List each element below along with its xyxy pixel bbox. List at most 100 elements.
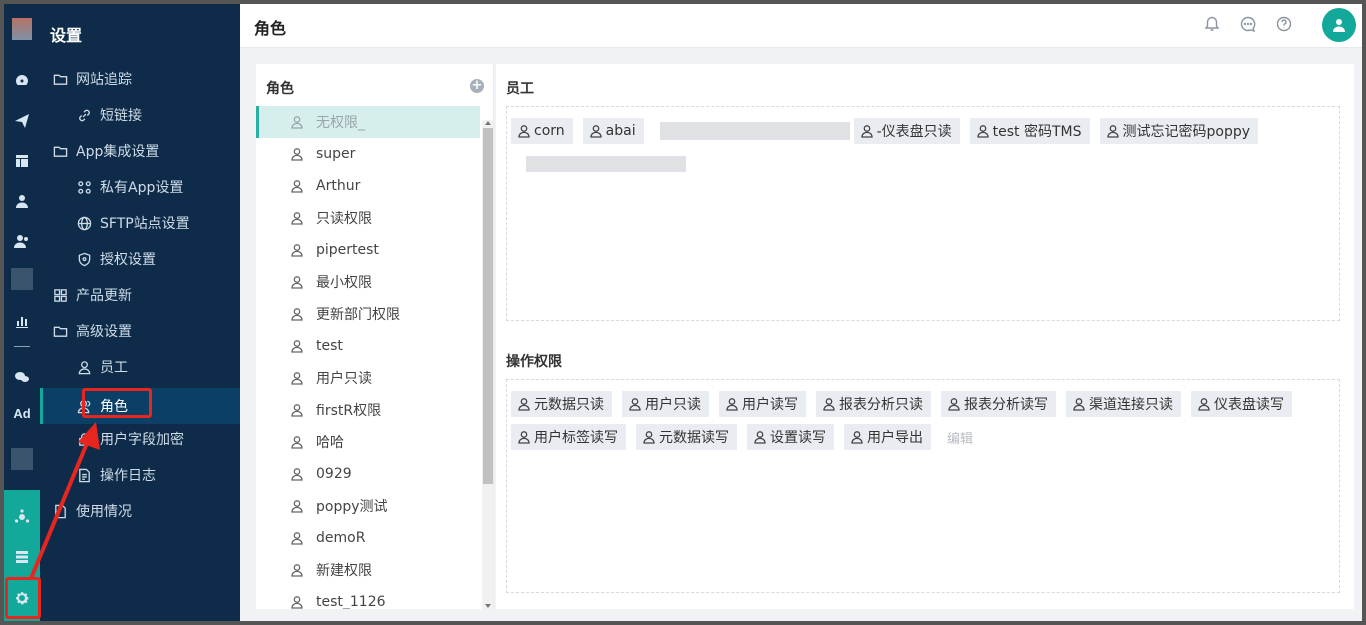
sidebar-item-label: 网站追踪 [76, 72, 132, 88]
user-icon [1197, 397, 1211, 411]
icon-rail: Ad [4, 4, 40, 621]
role-list-item[interactable]: pipertest [256, 234, 480, 266]
sidebar-item-operation-log[interactable]: 操作日志 [40, 457, 240, 493]
role-name: pipertest [316, 242, 379, 258]
user-icon [290, 403, 304, 417]
user-icon [642, 430, 656, 444]
redacted-text [660, 122, 850, 140]
role-list-item[interactable]: test_1126 [256, 586, 480, 609]
role-list-header: 角色 [266, 81, 294, 97]
sidebar-item-private-app[interactable]: 私有App设置 [40, 169, 240, 205]
dashboard-icon[interactable] [4, 66, 40, 96]
employee-tag-label: abai [605, 123, 636, 139]
sidebar-item-label: 授权设置 [100, 252, 156, 268]
role-name: poppy测试 [316, 499, 388, 515]
send-icon[interactable] [4, 106, 40, 136]
role-list-item[interactable]: 新建权限 [256, 554, 480, 586]
permission-tag-label: 用户导出 [867, 430, 923, 446]
help-icon[interactable] [1275, 15, 1293, 33]
employee-tag: abai [582, 118, 644, 144]
role-name: firstR权限 [316, 403, 382, 419]
user-icon [860, 124, 874, 138]
role-list-item[interactable]: poppy测试 [256, 490, 480, 522]
permission-tag-label: 用户只读 [645, 397, 701, 413]
user-icon [290, 563, 304, 577]
role-list-item[interactable]: 0929 [256, 458, 480, 490]
role-list-item[interactable]: test [256, 330, 480, 362]
sidebar-item-employees[interactable]: 员工 [40, 349, 240, 385]
permission-tag: 仪表盘读写 [1191, 391, 1292, 417]
rail-divider [14, 346, 30, 347]
redacted-text [526, 156, 686, 172]
layout-icon[interactable] [4, 146, 40, 176]
server-icon[interactable] [4, 542, 40, 572]
permission-tag-list: 元数据只读 用户只读 用户读写 报表分析只读 报表分析读写 渠道连接只读 仪表盘读写 用户标签… [511, 391, 1311, 457]
bell-icon[interactable] [1203, 15, 1221, 33]
role-name: super [316, 146, 356, 162]
user-icon [517, 124, 531, 138]
user-icon[interactable] [4, 186, 40, 216]
scroll-down-arrow[interactable] [485, 604, 491, 608]
network-icon[interactable] [4, 502, 40, 532]
role-list-item[interactable]: 用户只读 [256, 362, 480, 394]
sidebar-item-usage[interactable]: 使用情况 [40, 493, 240, 529]
sidebar-item-sftp[interactable]: SFTP站点设置 [40, 205, 240, 241]
sidebar-item-field-encryption[interactable]: 用户字段加密 [40, 421, 240, 457]
role-list-item[interactable]: super [256, 138, 480, 170]
permission-tag: 报表分析只读 [816, 391, 931, 417]
role-list-item[interactable]: 只读权限 [256, 202, 480, 234]
sidebar-item-site-tracking[interactable]: 网站追踪 [40, 61, 240, 97]
user-icon [290, 531, 304, 545]
role-list-item[interactable]: firstR权限 [256, 394, 480, 426]
user-icon [290, 115, 304, 129]
role-list-item[interactable]: Arthur [256, 170, 480, 202]
sidebar-title: 设置 [50, 26, 83, 45]
role-list-item[interactable]: 无权限_ [256, 106, 480, 138]
user-icon [290, 243, 304, 257]
role-list-item[interactable]: 最小权限 [256, 266, 480, 298]
scroll-up-arrow[interactable] [485, 121, 491, 125]
grid-icon [52, 287, 68, 303]
highlight-box-settings [5, 577, 41, 619]
scroll-thumb[interactable] [483, 128, 493, 484]
users-icon[interactable] [4, 226, 40, 256]
blurred-icon [11, 268, 33, 290]
role-name: demoR [316, 530, 366, 546]
wechat-icon[interactable] [4, 362, 40, 392]
top-header: 角色 [240, 4, 1362, 48]
page-title: 角色 [254, 19, 287, 38]
sidebar-item-advanced[interactable]: 高级设置 [40, 313, 240, 349]
employee-tag-label: -仪表盘只读 [876, 124, 952, 140]
permission-tag: 设置读写 [747, 424, 834, 450]
employee-tag-list: corn abai -仪表盘只读 test 密码TMS 测试忘记密码poppy [511, 118, 1311, 151]
permission-tag: 渠道连接只读 [1066, 391, 1181, 417]
folder-icon [52, 323, 68, 339]
avatar[interactable] [1322, 8, 1356, 42]
chat-icon[interactable] [1239, 15, 1257, 33]
ad-label[interactable]: Ad [4, 406, 40, 421]
sidebar-item-label: 操作日志 [100, 468, 156, 484]
sidebar-item-product-updates[interactable]: 产品更新 [40, 277, 240, 313]
role-list-item[interactable]: 更新部门权限 [256, 298, 480, 330]
sidebar-item-authorization[interactable]: 授权设置 [40, 241, 240, 277]
sidebar-item-label: 短链接 [100, 108, 142, 124]
permission-tag-label: 仪表盘读写 [1214, 397, 1284, 413]
employee-tag-label: corn [534, 123, 565, 139]
bar-chart-icon[interactable] [4, 306, 40, 336]
permission-tag-label: 用户读写 [742, 397, 798, 413]
role-list-item[interactable]: 哈哈 [256, 426, 480, 458]
role-name: test [316, 338, 343, 354]
app-logo [12, 18, 32, 40]
permission-tag: 用户只读 [622, 391, 709, 417]
role-name: 只读权限 [316, 211, 372, 227]
edit-permissions-link[interactable]: 编辑 [947, 424, 973, 450]
employee-tag-label: 测试忘记密码poppy [1122, 124, 1251, 140]
sidebar-item-short-link[interactable]: 短链接 [40, 97, 240, 133]
permission-tag: 用户读写 [719, 391, 806, 417]
employee-tag: -仪表盘只读 [853, 118, 960, 144]
role-list-item[interactable]: demoR [256, 522, 480, 554]
role-name: 最小权限 [316, 275, 372, 291]
add-role-button[interactable]: + [470, 79, 484, 93]
globe-icon [76, 215, 92, 231]
sidebar-item-app-integration[interactable]: App集成设置 [40, 133, 240, 169]
